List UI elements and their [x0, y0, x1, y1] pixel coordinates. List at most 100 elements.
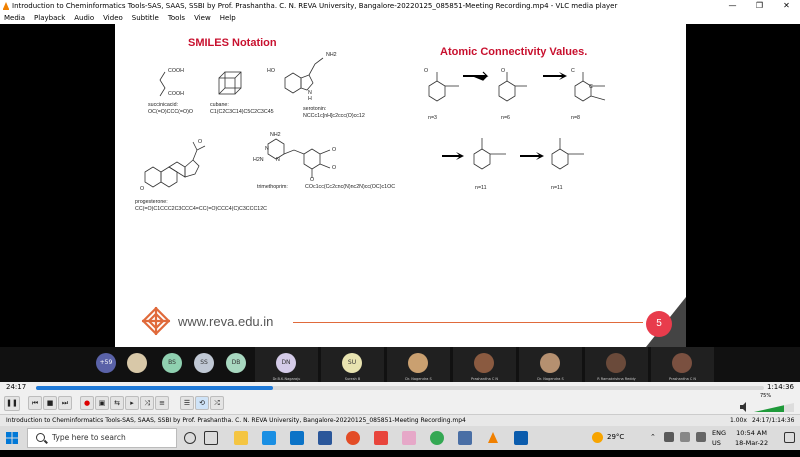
- participant-name: Prashantha C N: [470, 377, 499, 381]
- reva-logo-icon: [141, 306, 171, 336]
- store-icon[interactable]: [290, 431, 304, 445]
- participant-photo: [540, 353, 560, 373]
- pause-button[interactable]: ❚❚: [4, 396, 20, 411]
- menu-audio[interactable]: Audio: [74, 12, 94, 24]
- participant-photo: [672, 353, 692, 373]
- participant-name: Dr.B.K.Nagaraju: [272, 377, 301, 381]
- participant-avatar-photo[interactable]: [127, 353, 147, 373]
- paint-icon[interactable]: [402, 431, 416, 445]
- player-controls: 24:17 1:14:36 ❚❚ ⏮ ■ ⏭ ● ▣ ⇆ ▸ ⤨ ≡ ☰ ⟲ ⤮…: [0, 382, 800, 426]
- participant-tile[interactable]: Prashantha C N: [453, 347, 516, 382]
- snapshot-icon[interactable]: ▣: [95, 396, 109, 410]
- progesterone-structure: [144, 141, 206, 188]
- progesterone-name: progesterone:: [135, 199, 168, 205]
- participant-tile[interactable]: Dr. Nagendra S: [519, 347, 582, 382]
- cubane-structure: [218, 71, 242, 95]
- participant-photo: [606, 353, 626, 373]
- conn-label-n6: n=6: [501, 115, 510, 121]
- trimethoprim-label-o3: O: [310, 177, 315, 183]
- cubane-name: cubane:: [210, 102, 229, 108]
- menu-subtitle[interactable]: Subtitle: [132, 12, 159, 24]
- windows-taskbar: Type here to search 29°C ⌃ ENG US 10:54 …: [0, 426, 800, 450]
- participant-avatar-db[interactable]: DB: [226, 353, 246, 373]
- weather-temp: 29°C: [607, 433, 625, 441]
- language-indicator[interactable]: ENG US: [712, 428, 726, 452]
- word-icon[interactable]: [514, 431, 528, 445]
- presentation-slide: SMILES Notation Atomic Connectivity Valu…: [115, 24, 686, 347]
- next-icon[interactable]: ⏭: [58, 396, 72, 410]
- conn-label-n11-a: n=11: [475, 185, 487, 191]
- menu-view[interactable]: View: [194, 12, 211, 24]
- frame-step-icon[interactable]: ▸: [125, 396, 139, 410]
- serotonin-smiles: NCCc1c[nH]c2ccc(O)cc12: [303, 113, 365, 119]
- notifications-icon[interactable]: [784, 432, 795, 443]
- conn-label-n8: n=8: [571, 115, 580, 121]
- participant-name: Suresh B: [344, 377, 361, 381]
- file-explorer-icon[interactable]: [234, 431, 248, 445]
- total-time: 1:14:36: [767, 383, 794, 391]
- conn-atom-o2: O: [501, 68, 506, 74]
- participant-tile[interactable]: Prashantha C N: [651, 347, 714, 382]
- random-icon[interactable]: ⤨: [140, 396, 154, 410]
- participant-tile[interactable]: DN Dr.B.K.Nagaraju: [255, 347, 318, 382]
- video-area[interactable]: SMILES Notation Atomic Connectivity Valu…: [0, 24, 800, 382]
- tray-chevron-icon[interactable]: ⌃: [650, 433, 656, 457]
- menu-media[interactable]: Media: [4, 12, 25, 24]
- wifi-icon[interactable]: [680, 432, 690, 442]
- serotonin-label-nh2: NH2: [326, 52, 337, 58]
- progesterone-label-o-top: O: [198, 139, 203, 145]
- trimethoprim-smiles: COc1cc(Cc2cnc(N)nc2N)cc(OC)c1OC: [305, 184, 396, 190]
- participant-tile[interactable]: R Ramakrishna Reddy: [585, 347, 648, 382]
- participant-tile[interactable]: SU Suresh B: [321, 347, 384, 382]
- volume-control[interactable]: [740, 398, 796, 412]
- firefox-icon[interactable]: [346, 431, 360, 445]
- trimethoprim-structure: [267, 138, 331, 178]
- menu-video[interactable]: Video: [103, 12, 123, 24]
- network-icon[interactable]: [664, 432, 674, 442]
- participant-avatar-bs[interactable]: BS: [162, 353, 182, 373]
- menu-playback[interactable]: Playback: [34, 12, 65, 24]
- slide-left-title: SMILES Notation: [188, 37, 277, 49]
- more-participants-badge[interactable]: +59: [96, 353, 116, 373]
- clock[interactable]: 10:54 AM 18-Mar-22: [735, 428, 768, 452]
- participant-tile[interactable]: Dr. Nagendra S: [387, 347, 450, 382]
- mail-icon[interactable]: [318, 431, 332, 445]
- windows-start-icon[interactable]: [6, 432, 18, 444]
- slide-right-title: Atomic Connectivity Values.: [440, 46, 588, 58]
- powerpoint-icon[interactable]: [374, 431, 388, 445]
- seek-bar[interactable]: [36, 386, 764, 390]
- previous-icon[interactable]: ⏮: [28, 396, 42, 410]
- minimize-button[interactable]: —: [719, 0, 746, 12]
- participant-initials: SU: [342, 353, 362, 373]
- menu-tools[interactable]: Tools: [168, 12, 185, 24]
- participant-name: Dr. Nagendra S: [537, 377, 564, 381]
- vlc-taskbar-icon[interactable]: [486, 431, 500, 445]
- chrome-icon[interactable]: [430, 431, 444, 445]
- cortana-icon[interactable]: [184, 432, 196, 444]
- conn-atom-c2: C: [589, 84, 593, 90]
- loop-icon[interactable]: ⟲: [195, 396, 209, 410]
- task-view-icon[interactable]: [204, 431, 218, 445]
- trimethoprim-label-o1: O: [332, 147, 337, 153]
- loop-ab-icon[interactable]: ⇆: [110, 396, 124, 410]
- shuffle-icon[interactable]: ⤮: [210, 396, 224, 410]
- playlist-icon[interactable]: ☰: [180, 396, 194, 410]
- conn-atom-o1: O: [424, 68, 429, 74]
- progesterone-smiles: CC(=O)C1CCC2C3CCC4=CC(=O)CCC4(C)C3CCC12C: [135, 206, 268, 212]
- record-icon[interactable]: ●: [80, 396, 94, 410]
- seek-bar-fill: [36, 386, 273, 390]
- speaker-icon[interactable]: [696, 432, 706, 442]
- trimethoprim-label-n1: N: [265, 146, 269, 152]
- extended-settings-icon[interactable]: ≡: [155, 396, 169, 410]
- clock-time: 10:54 AM: [736, 429, 767, 437]
- window-titlebar: Introduction to Cheminformatics Tools-SA…: [0, 0, 800, 12]
- stop-icon[interactable]: ■: [43, 396, 57, 410]
- teams-icon[interactable]: [458, 431, 472, 445]
- maximize-button[interactable]: ❐: [746, 0, 773, 12]
- footer-divider: [293, 322, 643, 323]
- participant-avatar-ss[interactable]: SS: [194, 353, 214, 373]
- menu-help[interactable]: Help: [220, 12, 236, 24]
- taskbar-search[interactable]: Type here to search: [27, 428, 177, 448]
- close-button[interactable]: ✕: [773, 0, 800, 12]
- edge-icon[interactable]: [262, 431, 276, 445]
